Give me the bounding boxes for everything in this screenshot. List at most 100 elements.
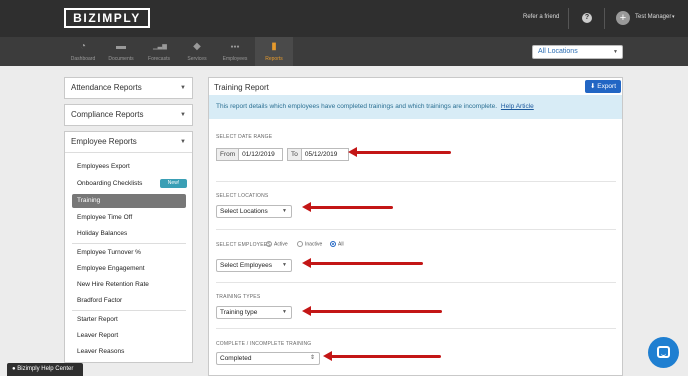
sidebar-item-leaver-report[interactable]: Leaver Report	[72, 329, 186, 343]
radio-circle-icon	[266, 241, 272, 247]
sidebar-item-training[interactable]: Training	[72, 194, 186, 208]
export-icon: ⬇	[589, 83, 596, 90]
location-select[interactable]: All Locations ▼	[532, 45, 623, 59]
refer-a-friend-link[interactable]: Refer a friend	[523, 14, 559, 20]
employees-label: SELECT EMPLOYEES	[216, 242, 271, 248]
radio-circle-icon	[297, 241, 303, 247]
sidebar-item-label: Onboarding Checklists	[77, 180, 143, 187]
info-banner: This report details which employees have…	[209, 95, 622, 119]
sidebar-item-onboarding-checklists[interactable]: Onboarding Checklists New!	[72, 177, 187, 191]
folder-icon: ▬	[116, 41, 126, 52]
compliance-reports-header[interactable]: Compliance Reports ▼	[65, 105, 192, 125]
divider	[568, 8, 569, 29]
sidebar-item-starter-report[interactable]: Starter Report	[72, 313, 186, 327]
chevron-down-icon: ▼	[613, 49, 618, 55]
complete-incomplete-label: COMPLETE / INCOMPLETE TRAINING	[216, 341, 312, 347]
chat-bubble-icon	[657, 346, 670, 358]
report-icon: ▮	[271, 41, 277, 52]
employee-reports-header[interactable]: Employee Reports ▼	[65, 132, 192, 152]
nav-documents[interactable]: ▬ Documents	[102, 37, 140, 66]
new-badge: New!	[160, 179, 187, 188]
chevron-down-icon: ▼	[282, 309, 287, 315]
divider	[604, 8, 605, 29]
sidebar-item-leaver-reasons[interactable]: Leaver Reasons	[72, 345, 186, 359]
annotation-arrow	[348, 147, 451, 157]
date-to-value: 05/12/2019	[304, 151, 338, 158]
attendance-reports-label: Attendance Reports	[71, 83, 142, 92]
radio-label: All	[338, 241, 344, 248]
compliance-reports-label: Compliance Reports	[71, 110, 144, 119]
select-employees-dropdown[interactable]: Select Employees ▼	[216, 259, 292, 272]
question-circle-icon[interactable]: ?	[582, 13, 592, 23]
people-icon: ●●●	[230, 44, 240, 50]
page-title: Training Report	[214, 83, 269, 92]
select-locations-dropdown[interactable]: Select Locations ▼	[216, 205, 292, 218]
tag-icon: ◆	[193, 41, 201, 52]
radio-all[interactable]: All	[330, 241, 344, 248]
training-types-label: TRAINING TYPES	[216, 294, 261, 300]
chevron-down-icon: ▼	[282, 262, 287, 268]
sidebar-item-new-hire-retention-rate[interactable]: New Hire Retention Rate	[72, 278, 186, 292]
divider	[72, 310, 186, 311]
date-from-value: 01/12/2019	[242, 151, 275, 158]
nav-label: Services	[187, 56, 207, 62]
location-select-value: All Locations	[538, 48, 578, 55]
updown-icon: ⇕	[309, 355, 315, 361]
nav-forecasts[interactable]: ▁▃▆ Forecasts	[140, 37, 178, 66]
completion-status-select[interactable]: Completed ⇕	[216, 352, 320, 365]
help-center-label: Bizimply Help Center	[17, 366, 74, 372]
divider	[72, 243, 186, 244]
help-icon: ●	[12, 366, 16, 372]
nav-dashboard[interactable]: ◔ Dashboard	[64, 37, 102, 66]
divider	[216, 328, 616, 329]
nav-label: Reports	[265, 56, 283, 62]
locations-label: SELECT LOCATIONS	[216, 193, 269, 199]
annotation-arrow	[302, 202, 393, 212]
radio-inactive[interactable]: Inactive	[297, 241, 322, 248]
training-type-dropdown[interactable]: Training type ▼	[216, 306, 292, 319]
employee-reports-list: Employees Export Onboarding Checklists N…	[65, 152, 192, 361]
date-to-field[interactable]: To 05/12/2019	[287, 148, 349, 161]
nav-label: Forecasts	[148, 56, 170, 62]
training-type-value: Training type	[220, 309, 258, 316]
nav-services[interactable]: ◆ Services	[178, 37, 216, 66]
annotation-arrow	[302, 306, 442, 316]
chat-launcher-button[interactable]	[648, 337, 679, 368]
bizimply-logo[interactable]: BIZIMPLY	[64, 8, 150, 28]
from-addon: From	[217, 149, 240, 160]
export-label: Export	[597, 83, 617, 90]
select-locations-value: Select Locations	[220, 208, 268, 215]
to-addon: To	[288, 149, 302, 160]
sidebar-item-holiday-balances[interactable]: Holiday Balances	[72, 227, 186, 241]
help-center-button[interactable]: ● Bizimply Help Center	[7, 363, 83, 376]
dashboard-icon: ◔	[79, 41, 87, 52]
attendance-reports-panel[interactable]: Attendance Reports ▼	[64, 77, 193, 99]
chevron-down-icon[interactable]: ▾	[672, 14, 675, 20]
sidebar-item-employee-engagement[interactable]: Employee Engagement	[72, 262, 186, 276]
sidebar-item-employees-export[interactable]: Employees Export	[72, 160, 186, 174]
completion-status-value: Completed	[220, 355, 252, 362]
attendance-reports-header[interactable]: Attendance Reports ▼	[65, 78, 192, 98]
sidebar-item-bradford-factor[interactable]: Bradford Factor	[72, 294, 186, 308]
divider	[216, 229, 616, 230]
nav-label: Documents	[108, 56, 134, 62]
radio-active[interactable]: Active	[266, 241, 288, 248]
help-article-link[interactable]: Help Article	[501, 103, 534, 110]
user-menu[interactable]: Test Manager	[635, 14, 671, 20]
date-range-label: SELECT DATE RANGE	[216, 134, 273, 140]
divider	[216, 181, 616, 182]
annotation-arrow	[323, 351, 441, 361]
training-report-panel: Training Report ⬇ Export This report det…	[208, 77, 623, 376]
sidebar-item-employee-turnover[interactable]: Employee Turnover %	[72, 246, 186, 260]
date-from-field[interactable]: From 01/12/2019	[216, 148, 283, 161]
compliance-reports-panel[interactable]: Compliance Reports ▼	[64, 104, 193, 126]
sidebar-item-employee-time-off[interactable]: Employee Time Off	[72, 211, 186, 225]
divider	[216, 282, 616, 283]
nav-employees[interactable]: ●●● Employees	[216, 37, 254, 66]
avatar[interactable]: +	[616, 11, 630, 25]
info-text: This report details which employees have…	[216, 103, 498, 110]
radio-label: Active	[274, 241, 288, 248]
export-button[interactable]: ⬇ Export	[585, 80, 621, 93]
nav-reports[interactable]: ▮ Reports	[255, 37, 293, 66]
nav-label: Dashboard	[70, 56, 96, 62]
